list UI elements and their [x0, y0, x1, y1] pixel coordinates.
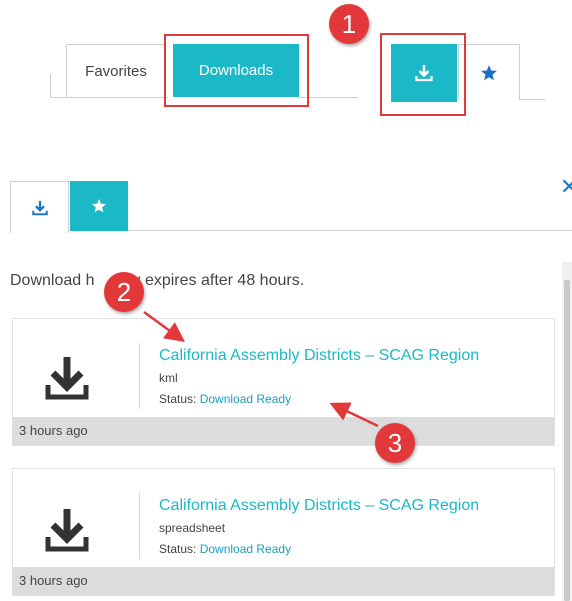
panel-tab-downloads[interactable] [10, 181, 69, 233]
download-item-title[interactable]: California Assembly Districts – SCAG Reg… [159, 347, 479, 365]
callout-2-number: 2 [116, 276, 132, 307]
top-tab-baseline-right [520, 99, 545, 100]
download-item-filetype: spreadsheet [159, 521, 226, 535]
tab-favorites-label: Favorites [85, 62, 147, 80]
panel-tab-divider [128, 230, 572, 231]
status-label: Status: [159, 392, 200, 406]
download-icon [45, 509, 89, 552]
download-ready-link[interactable]: Download Ready [200, 392, 291, 406]
top-tab-baseline-left-edge [50, 74, 51, 98]
callout-1: 1 [329, 4, 369, 44]
tab-star-icon-button[interactable] [458, 44, 520, 100]
item-divider [139, 343, 140, 409]
download-icon [31, 200, 48, 215]
star-icon [481, 64, 497, 80]
scrollbar-thumb[interactable] [564, 280, 570, 601]
expiry-notice-start: Download h [10, 272, 95, 289]
tab-favorites[interactable]: Favorites [66, 44, 166, 97]
callout-3: 3 [375, 423, 415, 463]
expiry-notice-end: y expires after 48 hours. [132, 272, 305, 289]
download-icon [45, 357, 89, 400]
callout-1-number: 1 [341, 8, 357, 39]
callout-2: 2 [104, 272, 144, 312]
callout-3-number: 3 [387, 427, 403, 458]
download-item: California Assembly Districts – SCAG Reg… [12, 468, 555, 596]
highlight-box-downloads [164, 34, 309, 107]
status-label: Status: [159, 542, 200, 556]
download-item-title[interactable]: California Assembly Districts – SCAG Reg… [159, 497, 479, 515]
download-item-filetype: kml [159, 371, 178, 385]
top-tab-baseline-left [50, 97, 168, 98]
highlight-box-download-icon [380, 33, 466, 116]
close-icon[interactable]: ✕ [560, 176, 572, 198]
download-item: California Assembly Districts – SCAG Reg… [12, 318, 555, 446]
expiry-notice: Download h y expires after 48 hours. [10, 272, 304, 290]
download-item-age: 3 hours ago [13, 567, 554, 595]
download-item-status: Status: Download Ready [159, 392, 291, 406]
panel-tab-favorites[interactable] [70, 181, 128, 231]
star-icon [92, 199, 106, 213]
download-item-age: 3 hours ago [13, 417, 554, 445]
download-ready-link[interactable]: Download Ready [200, 542, 291, 556]
item-divider [139, 493, 140, 559]
download-item-status: Status: Download Ready [159, 542, 291, 556]
